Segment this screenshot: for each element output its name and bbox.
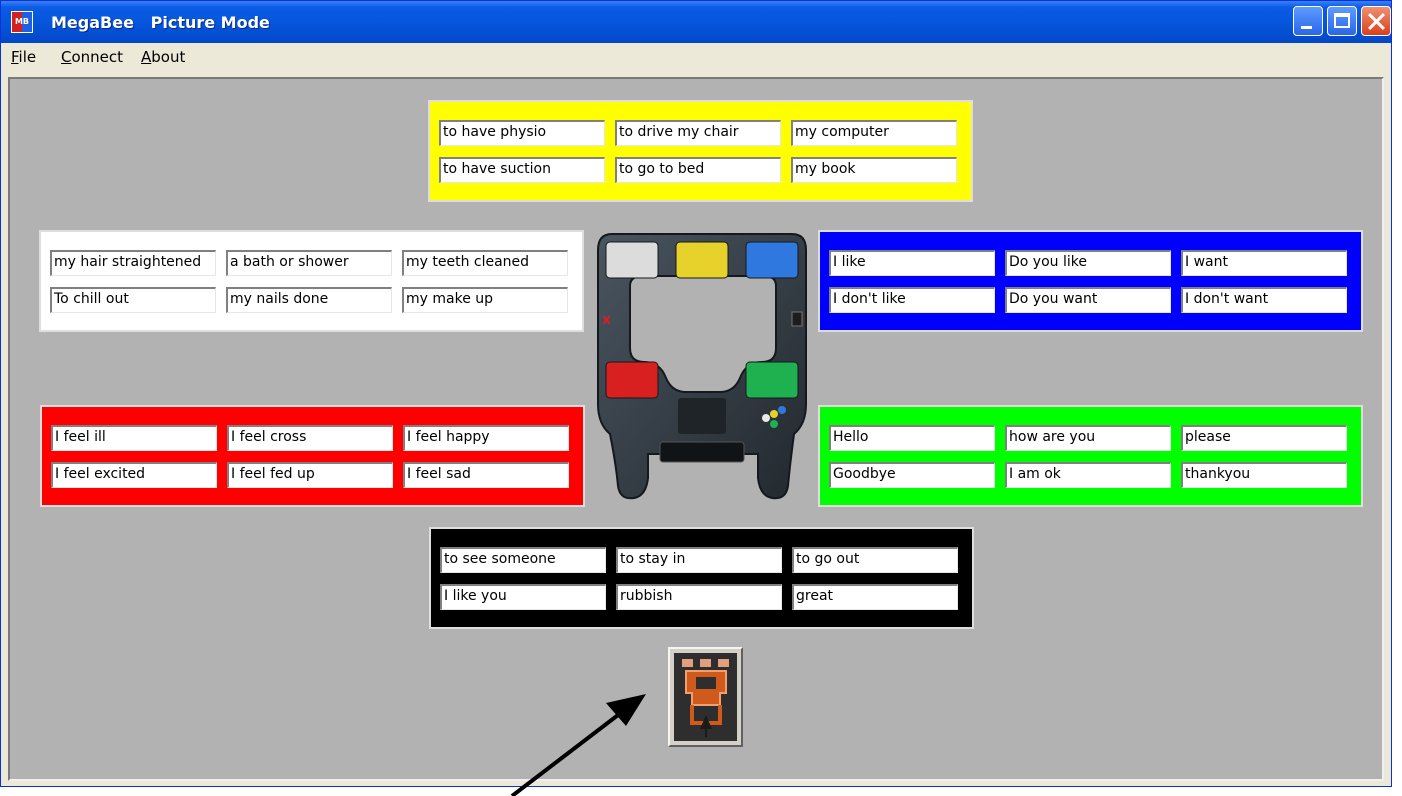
black-arrow-icon [510,694,646,796]
